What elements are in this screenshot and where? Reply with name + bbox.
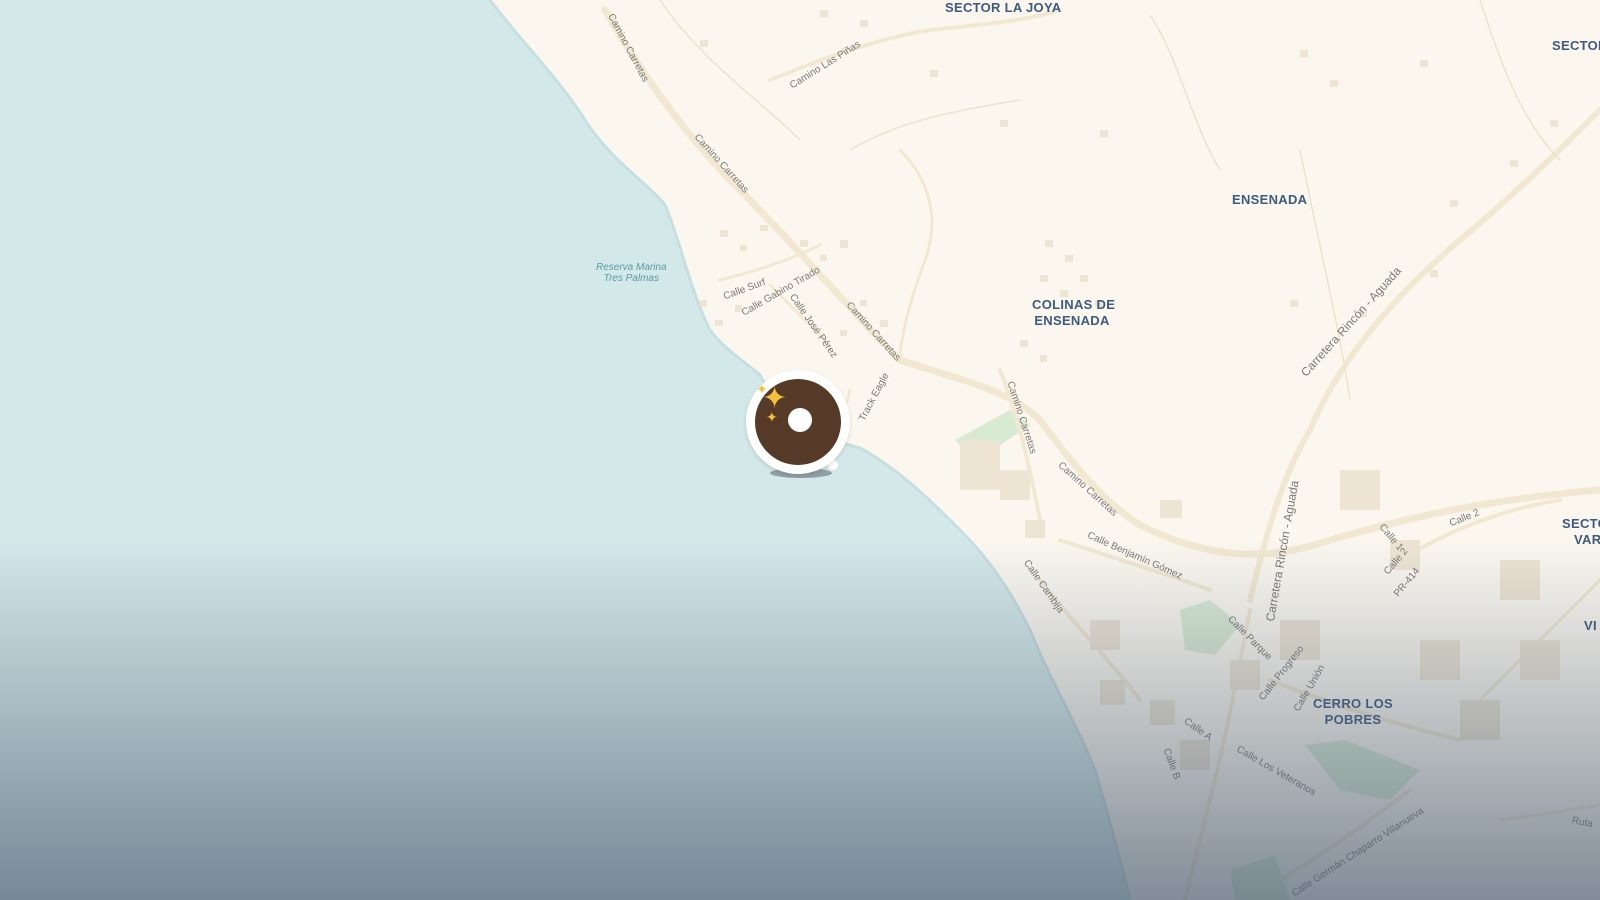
place-label-ensenada: ENSENADA (1232, 192, 1308, 207)
place-label-line: VAR (1574, 532, 1600, 547)
place-label-line: COLINAS DE (1032, 297, 1116, 312)
place-label-secto: SECTO VAR (1562, 516, 1600, 548)
map-canvas[interactable]: SECTOR LA JOYA SECTOR ENSENADA COLINAS D… (0, 0, 1600, 900)
water-label-reserva-marina: Reserva Marina Tres Palmas (596, 262, 667, 284)
water-label-line: Reserva Marina (596, 262, 667, 273)
place-label-cerro-los-pobres: CERRO LOS POBRES (1313, 696, 1393, 728)
place-label-line: CERRO LOS (1313, 696, 1393, 711)
surf-spot-marker[interactable]: ✦ ✦ ✦ (746, 370, 854, 478)
place-label-line: ENSENADA (1034, 313, 1110, 328)
sparkle-small-icon: ✦ (756, 381, 768, 397)
place-label-colinas-de-ensenada: COLINAS DE ENSENADA (1032, 297, 1116, 329)
place-label-sector: SECTOR (1552, 38, 1600, 53)
sparkle-small-icon: ✦ (766, 409, 778, 425)
place-label-line: SECTO (1562, 516, 1600, 531)
marker-center (788, 408, 812, 432)
place-label-sector-la-joya: SECTOR LA JOYA (945, 0, 1062, 15)
place-label-line: POBRES (1324, 712, 1382, 727)
place-label-vi: VI (1584, 618, 1597, 633)
water-label-line: Tres Palmas (603, 273, 659, 284)
